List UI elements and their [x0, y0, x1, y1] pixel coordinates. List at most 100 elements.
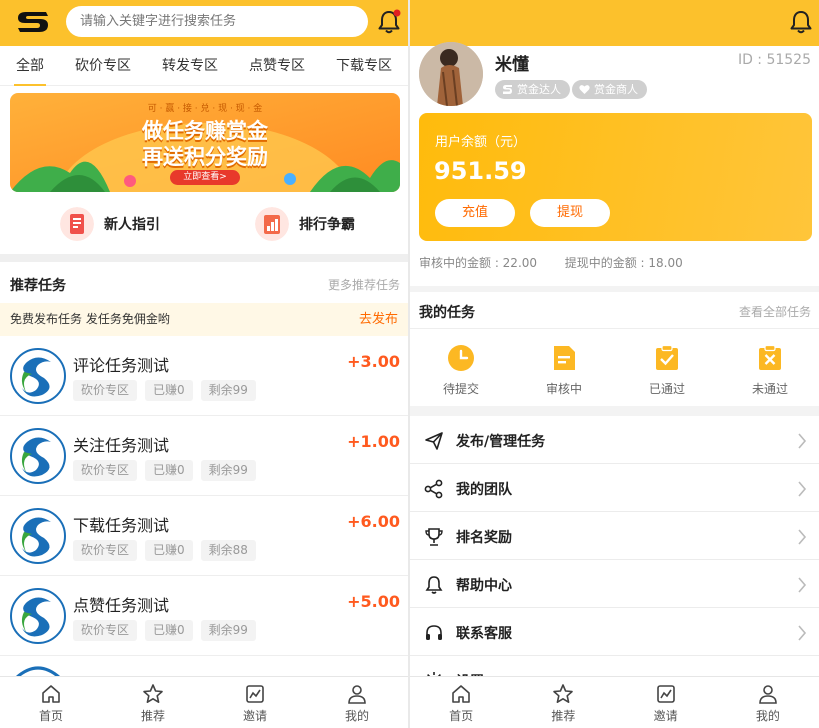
- ranking-icon: [255, 207, 289, 241]
- state-pending-submit[interactable]: 待提交: [431, 380, 491, 397]
- clock-icon[interactable]: [447, 344, 475, 372]
- ranking-button[interactable]: 排行争霸: [255, 204, 355, 244]
- tab-bargain[interactable]: 砍价专区: [75, 46, 131, 86]
- menu-help-center[interactable]: 帮助中心: [410, 560, 819, 608]
- notice-text: 免费发布任务 发任务免佣金哟: [10, 312, 170, 326]
- guide-icon: [60, 207, 94, 241]
- share-icon: [424, 479, 443, 499]
- balance-amount: 951.59: [434, 157, 527, 185]
- task-zone-tag: 砍价专区: [73, 380, 138, 401]
- menu-label: 发布/管理任务: [456, 434, 546, 450]
- tab-all[interactable]: 全部: [14, 46, 46, 86]
- heart-icon: [579, 85, 590, 94]
- user-icon: [759, 685, 777, 704]
- chevron-right-icon: [798, 433, 807, 449]
- task-zone-tag: 砍价专区: [73, 540, 138, 561]
- task-remaining-tag: 剩余99: [200, 620, 256, 641]
- user-id: ID : 51525: [737, 52, 811, 68]
- tabbar-home[interactable]: 首页: [0, 677, 102, 728]
- badge-label: 赏金商人: [594, 83, 638, 96]
- go-publish-link[interactable]: 去发布: [359, 303, 398, 336]
- recommended-title: 推荐任务: [10, 278, 66, 294]
- balance-card: 用户余额（元） 951.59 充值 提现: [419, 113, 812, 241]
- chevron-right-icon: [798, 529, 807, 545]
- task-earned-tag: 已赚0: [145, 540, 193, 561]
- tabbar-recommend[interactable]: 推荐: [102, 677, 204, 728]
- state-approved[interactable]: 已通过: [637, 380, 697, 397]
- chevron-right-icon: [798, 577, 807, 593]
- menu-publish-manage[interactable]: 发布/管理任务: [410, 416, 819, 464]
- task-name: 点赞任务测试: [73, 596, 170, 615]
- task-reward: +5.00: [347, 592, 400, 611]
- banner-cta-button[interactable]: 立即查看>: [170, 170, 240, 185]
- tabbar-invite-label: 邀请: [242, 709, 267, 723]
- bell-icon: [425, 576, 443, 594]
- tab-like[interactable]: 点赞专区: [249, 46, 305, 86]
- chart-icon: [656, 685, 675, 703]
- menu-contact-support[interactable]: 联系客服: [410, 608, 819, 656]
- bell-icon[interactable]: [376, 9, 402, 35]
- task-remaining-tag: 剩余88: [200, 540, 256, 561]
- task-item[interactable]: 评论任务测试 +3.00 砍价专区 已赚0 剩余99: [0, 336, 408, 416]
- promo-banner[interactable]: 可 · 赢 · 接 · 兑 · 现 · 现 · 金 做任务赚赏金 再送积分奖励 …: [10, 93, 400, 192]
- tabbar-mine[interactable]: 我的: [306, 677, 408, 728]
- chevron-right-icon: [798, 481, 807, 497]
- chevron-right-icon: [798, 625, 807, 641]
- withdraw-button[interactable]: 提现: [530, 199, 610, 227]
- menu-label: 联系客服: [456, 626, 512, 642]
- tabbar-home-label: 首页: [38, 709, 63, 723]
- ranking-label: 排行争霸: [299, 217, 355, 233]
- profile-menu: 发布/管理任务 我的团队 排名奖励 帮助中心 联系客服 设置: [410, 416, 819, 704]
- task-reward: +3.00: [347, 352, 400, 371]
- tab-forward[interactable]: 转发专区: [162, 46, 218, 86]
- profile-screen: 米懂 ID : 51525 赏金达人 赏金商人 用户余额（元） 951.59 充…: [410, 0, 819, 728]
- tab-download[interactable]: 下载专区: [336, 46, 392, 86]
- task-item[interactable]: 下载任务测试 +6.00 砍价专区 已赚0 剩余88: [0, 496, 408, 576]
- home-icon: [452, 685, 470, 703]
- newbie-guide-button[interactable]: 新人指引: [60, 204, 160, 244]
- tabbar-mine-label: 我的: [344, 709, 369, 723]
- task-logo-icon: [10, 348, 66, 404]
- menu-label: 帮助中心: [456, 578, 512, 594]
- category-tabs: 全部 砍价专区 转发专区 点赞专区 下载专区: [0, 46, 408, 86]
- view-all-tasks-link[interactable]: 查看全部任务: [739, 303, 811, 320]
- bottom-tabbar: 首页 推荐 邀请 我的: [410, 676, 819, 728]
- tabbar-recommend[interactable]: 推荐: [512, 677, 614, 728]
- recharge-button[interactable]: 充值: [435, 199, 515, 227]
- state-reviewing[interactable]: 审核中: [534, 380, 594, 397]
- document-icon[interactable]: [550, 344, 578, 372]
- avatar[interactable]: [419, 42, 483, 106]
- bottom-tabbar: 首页 推荐 邀请 我的: [0, 676, 408, 728]
- username: 米懂: [495, 55, 529, 75]
- divider: [0, 254, 408, 262]
- bell-icon[interactable]: [788, 9, 814, 35]
- home-screen: 请输入关键字进行搜索任务 全部 砍价专区 转发专区 点赞专区 下载专区 可 · …: [0, 0, 408, 728]
- task-earned-tag: 已赚0: [145, 620, 193, 641]
- task-zone-tag: 砍价专区: [73, 620, 138, 641]
- task-name: 下载任务测试: [73, 516, 170, 535]
- banner-line2: 再送积分奖励: [142, 145, 268, 169]
- clipboard-check-icon[interactable]: [653, 344, 681, 372]
- task-remaining-tag: 剩余99: [200, 380, 256, 401]
- withdrawing-amount: 提现中的金额 : 18.00: [564, 256, 683, 270]
- menu-ranking-rewards[interactable]: 排名奖励: [410, 512, 819, 560]
- more-recommended-link[interactable]: 更多推荐任务: [328, 276, 400, 293]
- task-name: 评论任务测试: [73, 356, 170, 375]
- search-input[interactable]: 请输入关键字进行搜索任务: [66, 6, 368, 37]
- tabbar-invite[interactable]: 邀请: [615, 677, 717, 728]
- clipboard-x-icon[interactable]: [756, 344, 784, 372]
- task-reward: +1.00: [347, 432, 400, 451]
- tabbar-mine[interactable]: 我的: [717, 677, 819, 728]
- newbie-guide-label: 新人指引: [104, 217, 160, 233]
- tabbar-home[interactable]: 首页: [410, 677, 512, 728]
- task-item[interactable]: 点赞任务测试 +5.00 砍价专区 已赚0 剩余99: [0, 576, 408, 656]
- state-rejected[interactable]: 未通过: [740, 380, 800, 397]
- task-item[interactable]: 关注任务测试 +1.00 砍价专区 已赚0 剩余99: [0, 416, 408, 496]
- paper-plane-icon: [425, 432, 443, 450]
- publish-notice: 免费发布任务 发任务免佣金哟 去发布: [0, 303, 408, 336]
- tabbar-invite[interactable]: 邀请: [204, 677, 306, 728]
- trophy-icon: [425, 528, 443, 546]
- headset-icon: [426, 625, 442, 640]
- tabbar-mine-label: 我的: [755, 709, 780, 723]
- menu-my-team[interactable]: 我的团队: [410, 464, 819, 512]
